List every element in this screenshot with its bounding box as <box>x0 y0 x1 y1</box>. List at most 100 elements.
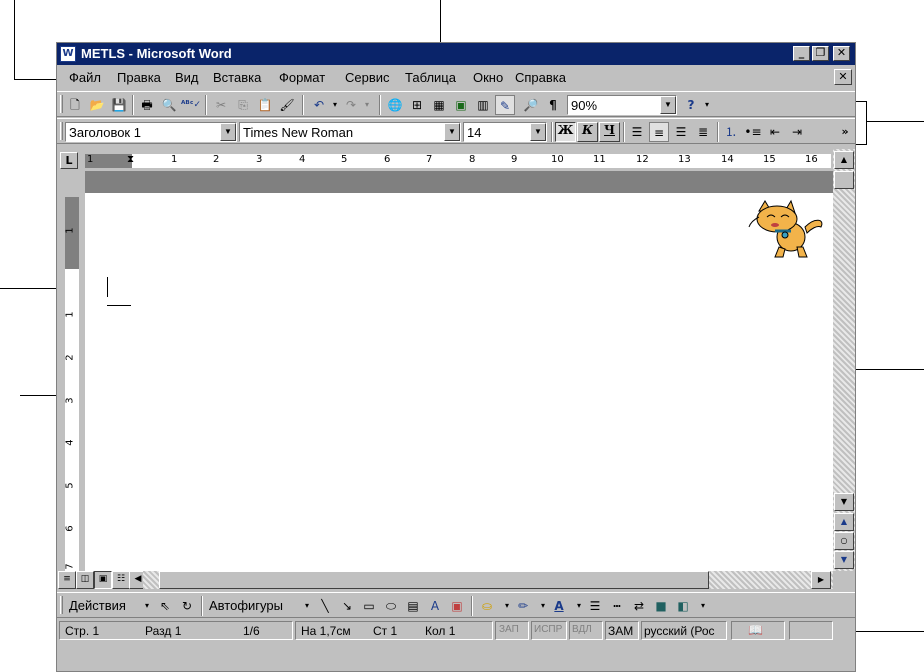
vertical-scrollbar[interactable]: ▲ ▼ ▲ ○ ▼ <box>833 149 855 579</box>
print-preview-icon[interactable]: 🔍 <box>159 95 179 115</box>
status-spelling-cell[interactable]: 📖 <box>731 621 785 640</box>
office-assistant-cat-icon[interactable] <box>745 197 827 259</box>
drawing-icon[interactable]: ✎ <box>495 95 515 115</box>
status-extend[interactable]: ВДЛ <box>572 624 592 635</box>
toolbar-options-icon[interactable]: ▾ <box>693 596 713 616</box>
cut-icon[interactable]: ✂ <box>211 95 231 115</box>
format-painter-icon[interactable]: 🖌 <box>277 95 297 115</box>
autoshapes-menu[interactable]: Автофигуры <box>209 598 283 613</box>
new-document-icon[interactable]: 🗋 <box>65 95 85 115</box>
toolbar-options-icon[interactable]: ▾ <box>697 95 717 115</box>
ruler-scale[interactable]: 1 1 2 3 4 5 6 7 8 9 10 11 12 13 14 15 16… <box>85 154 831 168</box>
insert-table-icon[interactable]: ▦ <box>429 95 449 115</box>
chevron-down-icon[interactable]: ▾ <box>137 596 157 616</box>
shadow-icon[interactable]: ■ <box>651 596 671 616</box>
browse-object-icon[interactable]: ○ <box>834 532 854 550</box>
scroll-down-icon[interactable]: ▼ <box>834 493 854 511</box>
status-rec[interactable]: ЗАП <box>499 624 519 635</box>
arrow-icon[interactable]: ↘ <box>337 596 357 616</box>
toolbar-grip[interactable] <box>60 122 63 140</box>
menu-format[interactable]: Формат <box>279 70 325 85</box>
horizontal-ruler[interactable]: L 1 1 2 3 4 5 6 7 8 9 10 11 12 13 14 15 … <box>57 149 833 171</box>
align-justify-icon[interactable]: ≣ <box>693 122 713 142</box>
scroll-up-icon[interactable]: ▲ <box>834 151 854 169</box>
hyperlink-icon[interactable]: 🌐 <box>385 95 405 115</box>
bold-button[interactable]: Ж <box>555 122 576 142</box>
indent-marker-icon[interactable]: ⧗ <box>127 154 134 165</box>
menu-window[interactable]: Окно <box>473 70 503 85</box>
font-color-icon[interactable]: A <box>549 596 569 616</box>
print-icon[interactable]: 🖶 <box>137 95 157 115</box>
scroll-right-icon[interactable]: ▶ <box>811 571 831 589</box>
spelling-icon[interactable]: ᴬᴮᶜ✓ <box>181 95 201 115</box>
font-select[interactable]: Times New Roman ▼ <box>239 122 461 142</box>
document-close-button[interactable]: ✕ <box>834 69 852 85</box>
oval-icon[interactable]: ⬭ <box>381 596 401 616</box>
page-layout-view-icon[interactable]: ▣ <box>94 571 112 589</box>
scroll-thumb[interactable] <box>159 571 709 589</box>
status-track[interactable]: ИСПР <box>534 624 562 635</box>
horizontal-scrollbar[interactable]: ▶ <box>143 571 833 589</box>
align-left-icon[interactable]: ☰ <box>627 122 647 142</box>
arrow-style-icon[interactable]: ⇄ <box>629 596 649 616</box>
toolbar-grip[interactable] <box>60 596 63 614</box>
numbering-icon[interactable]: ⒈ <box>721 122 741 142</box>
chevron-down-icon[interactable]: ▼ <box>444 123 460 141</box>
style-select[interactable]: Заголовок 1 ▼ <box>65 122 237 142</box>
next-page-icon[interactable]: ▼ <box>834 551 854 569</box>
rectangle-icon[interactable]: ▭ <box>359 596 379 616</box>
status-overtype[interactable]: ЗАМ <box>608 624 633 638</box>
zoom-select[interactable]: 90% ▼ <box>567 95 677 115</box>
document-map-icon[interactable]: 🔎 <box>521 95 541 115</box>
line-style-icon[interactable]: ☰ <box>585 596 605 616</box>
outline-view-icon[interactable]: ☷ <box>112 571 130 589</box>
menu-tools[interactable]: Сервис <box>345 70 390 85</box>
web-view-icon[interactable]: ◫ <box>76 571 94 589</box>
align-center-icon[interactable]: ≡ <box>649 122 669 142</box>
text-box-icon[interactable]: ▤ <box>403 596 423 616</box>
font-size-select[interactable]: 14 ▼ <box>463 122 547 142</box>
tables-borders-icon[interactable]: ⊞ <box>407 95 427 115</box>
menu-insert[interactable]: Вставка <box>213 70 261 85</box>
actions-menu[interactable]: Действия <box>69 598 126 613</box>
minimize-button[interactable]: _ <box>793 46 810 61</box>
save-disk-icon[interactable]: 💾 <box>109 95 129 115</box>
wordart-icon[interactable]: A <box>425 596 445 616</box>
3d-icon[interactable]: ◧ <box>673 596 693 616</box>
restore-button[interactable]: ❐ <box>812 46 829 61</box>
chevron-down-icon[interactable]: ▼ <box>660 96 676 114</box>
document-area[interactable] <box>85 193 833 579</box>
align-right-icon[interactable]: ☰ <box>671 122 691 142</box>
paste-icon[interactable]: 📋 <box>255 95 275 115</box>
vertical-ruler[interactable]: 1 1 2 3 4 5 6 7 <box>61 193 83 579</box>
spelling-status-icon[interactable]: 📖 <box>748 623 763 637</box>
italic-button[interactable]: К <box>577 122 598 142</box>
menu-edit[interactable]: Правка <box>117 70 161 85</box>
line-color-icon[interactable]: ✏ <box>513 596 533 616</box>
previous-page-icon[interactable]: ▲ <box>834 513 854 531</box>
tab-selector-button[interactable]: L <box>60 152 78 169</box>
status-language[interactable]: русский (Рос <box>644 624 715 638</box>
normal-view-icon[interactable]: ≡ <box>58 571 76 589</box>
redo-dropdown-icon[interactable]: ▾ <box>357 95 377 115</box>
fill-color-icon[interactable]: ⛀ <box>477 596 497 616</box>
menu-view[interactable]: Вид <box>175 70 199 85</box>
chevron-down-icon[interactable]: ▼ <box>530 123 546 141</box>
underline-button[interactable]: Ч <box>599 122 620 142</box>
scroll-thumb[interactable] <box>834 171 854 189</box>
columns-icon[interactable]: ▥ <box>473 95 493 115</box>
dash-style-icon[interactable]: ┅ <box>607 596 627 616</box>
more-buttons-icon[interactable]: » <box>835 122 855 142</box>
menu-table[interactable]: Таблица <box>405 70 456 85</box>
vertical-ruler-scale[interactable]: 1 1 2 3 4 5 6 7 <box>65 197 79 575</box>
copy-icon[interactable]: ⎘ <box>233 95 253 115</box>
bullets-icon[interactable]: •≡ <box>743 122 763 142</box>
menu-help[interactable]: Справка <box>515 70 566 85</box>
toolbar-grip[interactable] <box>60 95 63 113</box>
chevron-down-icon[interactable]: ▾ <box>297 596 317 616</box>
line-icon[interactable]: ╲ <box>315 596 335 616</box>
decrease-indent-icon[interactable]: ⇤ <box>765 122 785 142</box>
title-bar[interactable]: W METLS - Microsoft Word _ ❐ ✕ <box>57 43 855 65</box>
increase-indent-icon[interactable]: ⇥ <box>787 122 807 142</box>
open-folder-icon[interactable]: 📂 <box>87 95 107 115</box>
